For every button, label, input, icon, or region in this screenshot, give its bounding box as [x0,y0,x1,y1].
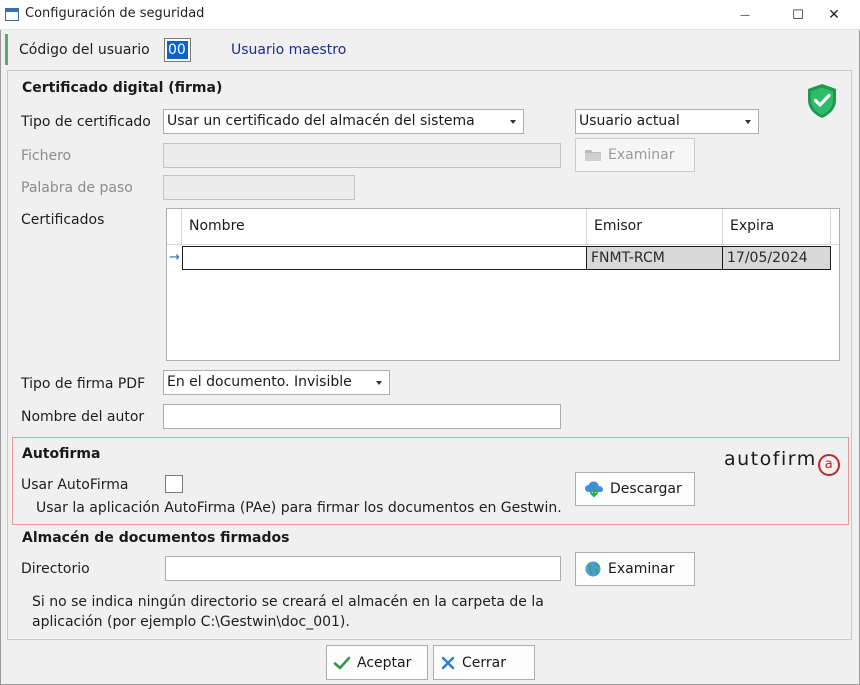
usuario-select[interactable]: Usuario actual [575,109,759,134]
tipo-firma-pdf-label: Tipo de firma PDF [21,376,146,392]
tipo-certificado-value: Usar un certificado del almacén del sist… [167,113,475,129]
directorio-examinar-label: Examinar [608,561,675,577]
chevron-down-icon [510,120,516,124]
almacen-section-title: Almacén de documentos firmados [22,530,290,546]
grid-header: Nombre Emisor Expira [167,209,839,245]
certificado-section-title: Certificado digital (firma) [22,80,223,96]
aceptar-label: Aceptar [357,654,412,671]
window-icon [5,8,19,21]
close-icon: ✕ [828,7,840,23]
fichero-input[interactable] [163,143,561,168]
certificados-grid[interactable]: Nombre Emisor Expira → FNMT-RCM 17/05/20… [166,208,840,361]
grid-header-indicator [167,209,182,245]
usuario-value: Usuario actual [579,113,680,129]
cerrar-label: Cerrar [462,654,506,671]
tipo-firma-pdf-select[interactable]: En el documento. Invisible [163,370,390,395]
chevron-down-icon [745,120,751,124]
header-accent [5,34,8,65]
usar-autofirma-checkbox[interactable] [165,475,183,493]
descargar-label: Descargar [610,481,682,497]
palabra-paso-input[interactable] [163,175,355,200]
shield-check-icon [804,82,840,120]
column-header-emisor[interactable]: Emisor [587,209,723,245]
window-title: Configuración de seguridad [25,6,205,21]
palabra-paso-label: Palabra de paso [21,180,133,196]
tipo-certificado-label: Tipo de certificado [21,114,151,130]
user-code-label: Código del usuario [19,42,150,58]
x-icon [440,655,456,671]
globe-folder-icon [584,560,602,578]
user-code-value: 00 [167,41,188,59]
autofirma-logo-text: autofirm [724,448,817,470]
aceptar-button[interactable]: Aceptar [326,645,428,680]
cloud-download-icon [584,480,604,498]
row-arrow-icon: → [169,250,180,265]
cell-emisor[interactable]: FNMT-RCM [587,246,723,270]
fichero-label: Fichero [21,148,72,164]
title-bar: Configuración de seguridad — ☐ ✕ [0,0,860,30]
fichero-examinar-button[interactable]: Examinar [575,138,695,172]
chevron-down-icon [376,381,382,385]
tipo-certificado-select[interactable]: Usar un certificado del almacén del sist… [163,109,524,134]
cerrar-button[interactable]: Cerrar [433,645,535,680]
autofirma-section-title: Autofirma [22,446,101,462]
directorio-examinar-button[interactable]: Examinar [575,552,695,586]
almacen-note-line2: aplicación (por ejemplo C:\Gestwin\doc_0… [32,614,350,630]
column-header-nombre[interactable]: Nombre [182,209,587,245]
tipo-firma-pdf-value: En el documento. Invisible [167,374,352,390]
almacen-note-line1: Si no se indica ningún directorio se cre… [32,594,544,610]
nombre-autor-input[interactable] [163,404,561,429]
descargar-button[interactable]: Descargar [575,472,695,506]
directorio-label: Directorio [21,561,90,577]
directorio-input[interactable] [165,556,561,581]
cell-nombre[interactable] [182,246,587,270]
close-button[interactable]: ✕ [811,0,857,30]
autofirma-logo: autofirm a [724,448,840,476]
minimize-icon: — [740,9,750,21]
user-code-input[interactable]: 00 [164,38,191,62]
maximize-icon: ☐ [792,7,804,23]
check-icon [333,655,351,671]
certificados-label: Certificados [21,212,105,228]
column-header-expira[interactable]: Expira [723,209,831,245]
cell-expira[interactable]: 17/05/2024 [723,246,831,270]
nombre-autor-label: Nombre del autor [21,409,145,425]
fichero-examinar-label: Examinar [608,147,675,163]
minimize-button[interactable]: — [722,0,768,30]
folder-icon [584,147,602,163]
autofirma-logo-at: a [817,454,840,476]
autofirma-description: Usar la aplicación AutoFirma (PAe) para … [36,500,562,516]
table-row[interactable]: → FNMT-RCM 17/05/2024 [167,246,831,270]
usar-autofirma-label: Usar AutoFirma [21,477,129,493]
user-name: Usuario maestro [231,42,347,58]
